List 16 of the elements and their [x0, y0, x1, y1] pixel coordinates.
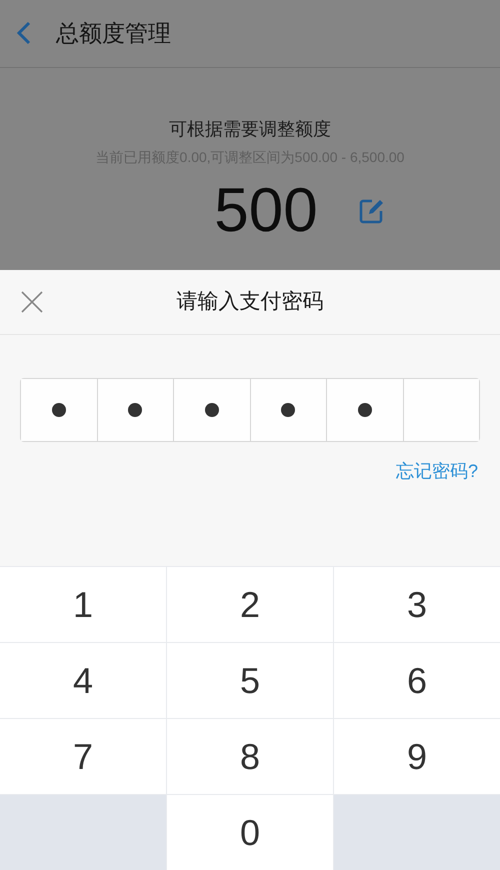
- quota-amount: 500: [214, 180, 318, 242]
- keypad-key[interactable]: 7: [0, 719, 166, 794]
- keypad-key[interactable]: 1: [0, 567, 166, 642]
- page-title: 总额度管理: [56, 19, 171, 48]
- keypad-key[interactable]: 9: [334, 719, 500, 794]
- keypad-key[interactable]: 3: [334, 567, 500, 642]
- keypad-key[interactable]: 6: [334, 643, 500, 718]
- keypad-key[interactable]: 8: [167, 719, 333, 794]
- keypad-key[interactable]: 5: [167, 643, 333, 718]
- keypad-key[interactable]: 2: [167, 567, 333, 642]
- keypad-key[interactable]: 0: [167, 795, 333, 870]
- password-field[interactable]: [20, 378, 480, 442]
- quota-heading: 可根据需要调整额度: [169, 118, 331, 141]
- close-icon[interactable]: [21, 290, 43, 313]
- keypad-key[interactable]: 4: [0, 643, 166, 718]
- dialog-title: 请输入支付密码: [176, 288, 324, 315]
